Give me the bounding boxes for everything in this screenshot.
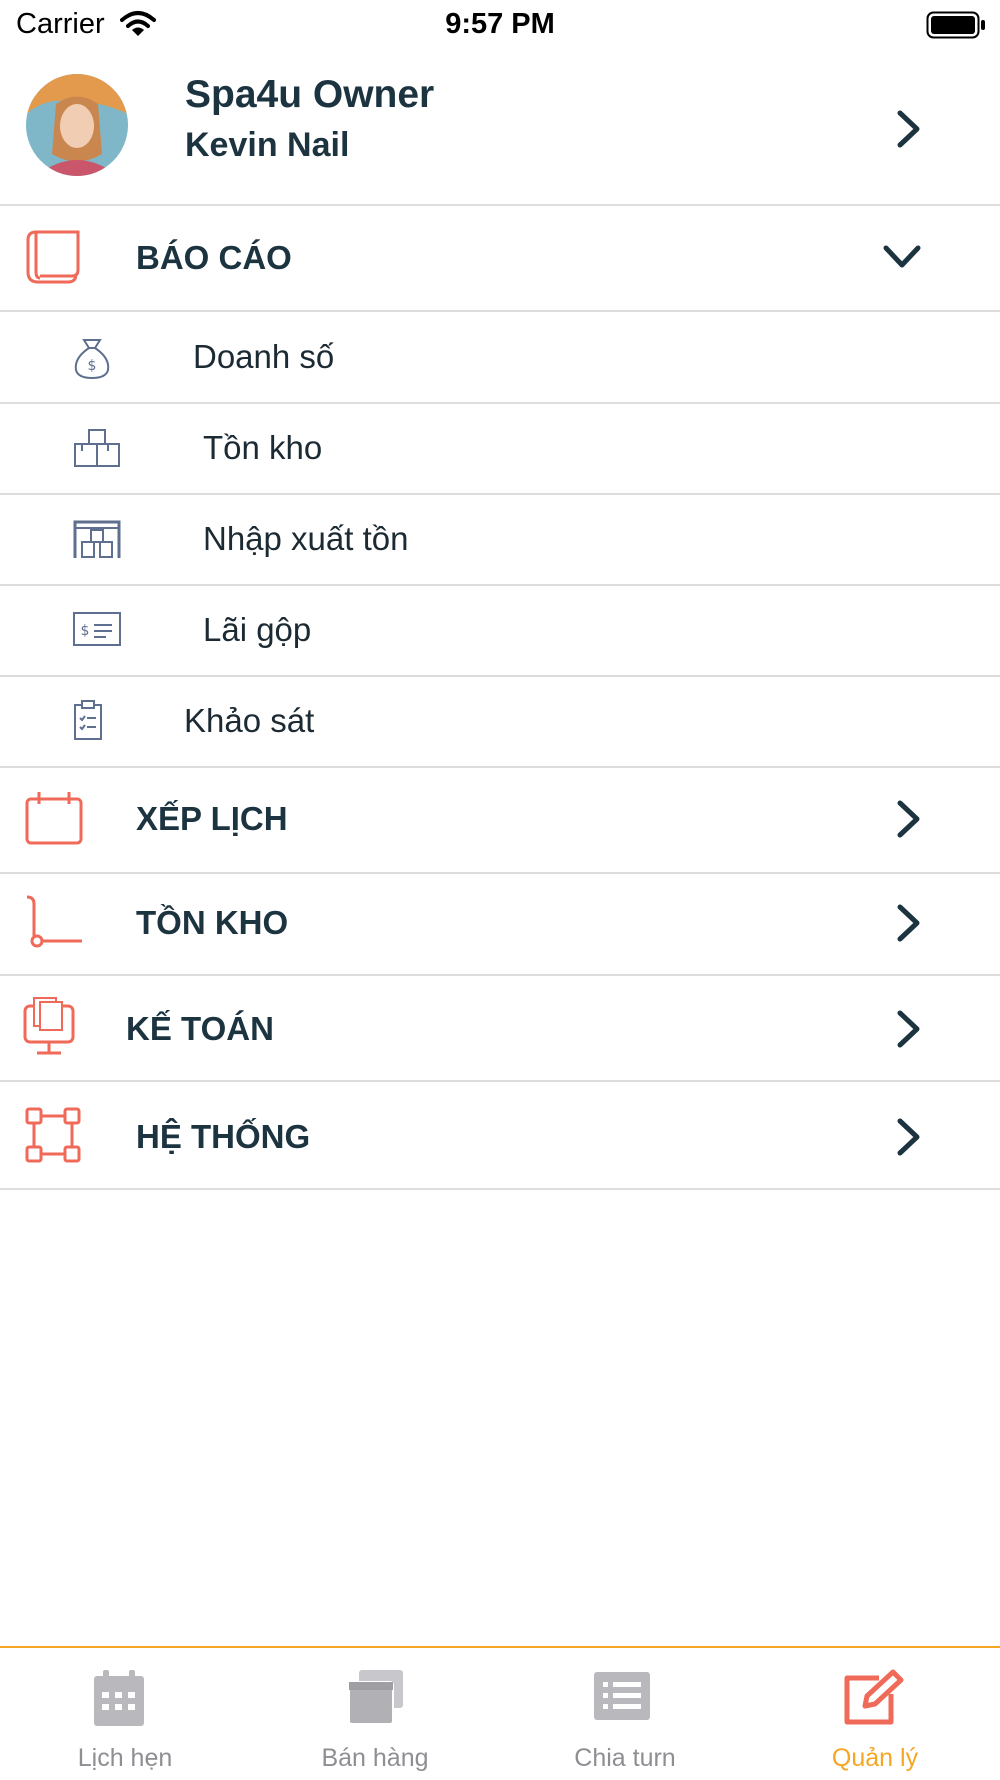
tab-chia-turn[interactable]: Chia turn <box>500 1648 750 1780</box>
svg-text:$: $ <box>81 623 90 639</box>
hand-truck-icon <box>26 895 82 948</box>
section-ke-toan[interactable]: KẾ TOÁN <box>0 976 1000 1082</box>
tab-label: Lịch hẹn <box>77 1744 173 1772</box>
report-item-nhap-xuat-ton[interactable]: Nhập xuất tồn <box>0 494 1000 586</box>
chevron-down-icon <box>883 245 921 268</box>
chevron-right-icon <box>897 800 920 838</box>
system-icon <box>25 1107 81 1163</box>
boxes-icon <box>74 429 120 467</box>
chevron-right-icon <box>897 1010 920 1048</box>
report-item-label: Nhập xuất tồn <box>203 520 409 557</box>
section-xep-lich[interactable]: XẾP LỊCH <box>0 768 1000 874</box>
section-label: TỒN KHO <box>136 904 289 941</box>
money-bag-icon: $ <box>74 339 110 380</box>
report-item-lai-gop[interactable]: $ Lãi gộp <box>0 585 1000 677</box>
tab-lich-hen[interactable]: Lịch hẹn <box>0 1648 250 1780</box>
list-icon <box>594 1672 650 1720</box>
section-he-thong[interactable]: HỆ THỐNG <box>0 1082 1000 1190</box>
warehouse-icon <box>73 520 121 558</box>
edit-icon <box>844 1669 904 1725</box>
tab-quan-ly[interactable]: Quản lý <box>750 1648 1000 1780</box>
section-bao-cao[interactable]: BÁO CÁO <box>0 206 1000 312</box>
tab-label: Chia turn <box>574 1744 676 1772</box>
chevron-right-icon <box>897 110 920 148</box>
profile-shop-name: Kevin Nail <box>185 126 350 164</box>
report-item-label: Lãi gộp <box>203 611 312 648</box>
status-bar: Carrier 9:57 PM <box>0 0 1000 50</box>
report-item-ton-kho[interactable]: Tồn kho <box>0 403 1000 495</box>
profile-header[interactable]: Spa4u Owner Kevin Nail <box>0 58 1000 206</box>
tab-label: Bán hàng <box>321 1744 429 1772</box>
section-label: XẾP LỊCH <box>136 800 288 837</box>
battery-icon <box>926 11 985 39</box>
profile-role: Spa4u Owner <box>185 73 435 116</box>
svg-text:$: $ <box>88 358 97 374</box>
section-label: BÁO CÁO <box>136 239 292 276</box>
report-item-doanh-so[interactable]: $ Doanh số <box>0 312 1000 404</box>
stacked-windows-icon <box>348 1670 403 1725</box>
report-item-label: Doanh số <box>193 338 335 375</box>
section-ton-kho[interactable]: TỒN KHO <box>0 874 1000 976</box>
tab-ban-hang[interactable]: Bán hàng <box>250 1648 500 1780</box>
section-label: KẾ TOÁN <box>126 1010 274 1047</box>
accounting-icon <box>23 997 75 1055</box>
report-item-label: Tồn kho <box>203 429 323 466</box>
section-label: HỆ THỐNG <box>136 1118 311 1155</box>
chevron-right-icon <box>897 904 920 942</box>
calendar-grid-icon <box>94 1670 144 1726</box>
calendar-icon <box>25 792 83 845</box>
avatar <box>26 74 128 176</box>
dollar-card-icon: $ <box>73 612 121 646</box>
tab-bar: Lịch hẹn Bán hàng Chia turn Quản lý <box>0 1646 1000 1780</box>
clock: 9:57 PM <box>445 8 555 40</box>
tab-label: Quản lý <box>831 1744 919 1772</box>
clipboard-icon <box>74 700 102 740</box>
report-icon <box>26 230 80 284</box>
report-item-khao-sat[interactable]: Khảo sát <box>0 676 1000 768</box>
chevron-right-icon <box>897 1118 920 1156</box>
report-item-label: Khảo sát <box>184 702 315 739</box>
avatar-image <box>26 74 128 176</box>
